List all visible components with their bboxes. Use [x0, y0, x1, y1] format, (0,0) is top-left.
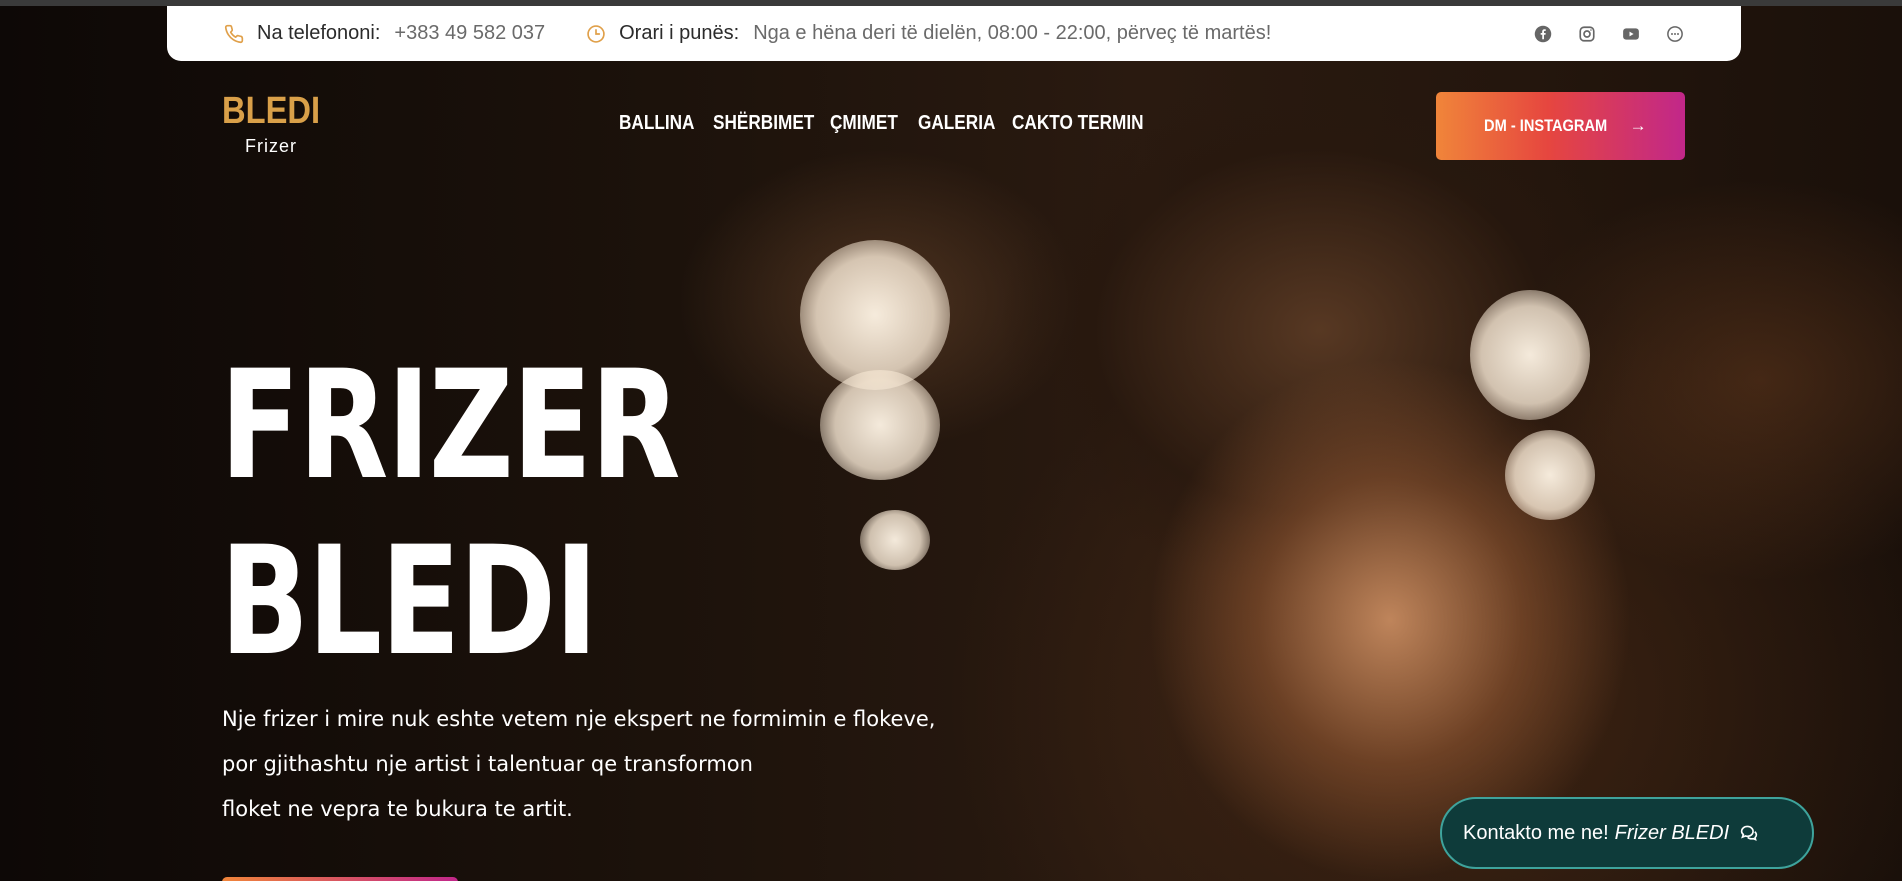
nav-item-sherbimet-wrap: SHËRBIMET [713, 112, 814, 135]
phone-icon [223, 23, 245, 45]
hero-desc-line-1: Nje frizer i mire nuk eshte vetem nje ek… [222, 707, 936, 731]
hero-button-partial[interactable] [222, 877, 458, 881]
phone-label: Na telefononi: [257, 22, 381, 44]
hero-title-line-2: BLEDI [220, 515, 598, 689]
nav-item-sherbimet[interactable]: SHËRBIMET [713, 112, 814, 135]
contact-chip-text: Kontakto me ne! [1463, 821, 1609, 844]
contact-chat-button[interactable]: Kontakto me ne! Frizer BLEDI [1440, 797, 1814, 869]
nav-item-galeria[interactable]: GALERIA [918, 112, 995, 135]
instagram-icon[interactable] [1575, 22, 1599, 46]
facebook-icon[interactable] [1531, 22, 1555, 46]
nav-item-cmimet[interactable]: ÇMIMET [830, 112, 898, 135]
nav-item-cakto-termin[interactable]: CAKTO TERMIN [1012, 112, 1144, 135]
hours-value: Nga e hëna deri të dielën, 08:00 - 22:00… [753, 22, 1272, 44]
nav-item-cmimet-wrap: ÇMIMET [830, 112, 898, 135]
youtube-icon[interactable] [1619, 22, 1643, 46]
main-navigation: BALLINA SHËRBIMET ÇMIMET GALERIA CAKTO T… [619, 112, 1144, 135]
hours-label: Orari i punës: [619, 22, 740, 44]
hero-description: Nje frizer i mire nuk eshte vetem nje ek… [222, 697, 1002, 832]
hero-desc-line-2: por gjithashtu nje artist i talentuar qe… [222, 752, 753, 776]
hours-info: Orari i punës: Nga e hëna deri të dielën… [585, 22, 1271, 45]
dm-instagram-button[interactable]: DM - INSTAGRAM → [1436, 92, 1685, 160]
top-info-bar: Na telefononi: +383 49 582 037 Orari i p… [167, 6, 1741, 61]
contact-chip-brand: Frizer BLEDI [1614, 821, 1730, 844]
dm-instagram-label: DM - INSTAGRAM [1484, 116, 1608, 135]
bokeh-light [820, 370, 940, 480]
chat-icon[interactable] [1663, 22, 1687, 46]
bokeh-light [1470, 290, 1590, 420]
social-links [1531, 22, 1687, 46]
nav-item-galeria-wrap: GALERIA [918, 112, 995, 135]
phone-info: Na telefononi: +383 49 582 037 [223, 22, 545, 45]
nav-item-ballina[interactable]: BALLINA [619, 112, 694, 135]
nav-item-ballina-wrap: BALLINA [619, 112, 694, 135]
nav-item-cakto-termin-wrap: CAKTO TERMIN [1012, 112, 1144, 135]
hero-desc-line-3: floket ne vepra te bukura te artit. [222, 797, 573, 821]
hero-title-line-1: FRIZER [220, 339, 681, 513]
site-logo[interactable]: BLEDI Frizer [222, 92, 336, 157]
logo-sub-text: Frizer [245, 136, 297, 156]
chat-bubbles-icon [1739, 824, 1759, 842]
logo-main-text: BLEDI [222, 90, 321, 132]
hero-title: FRIZER BLEDI [220, 338, 681, 690]
page: Na telefononi: +383 49 582 037 Orari i p… [0, 0, 1902, 881]
bokeh-light [860, 510, 930, 570]
clock-icon [585, 23, 607, 45]
arrow-right-icon: → [1629, 116, 1647, 135]
bokeh-light [1505, 430, 1595, 520]
phone-number[interactable]: +383 49 582 037 [394, 22, 545, 45]
bokeh-light [800, 240, 950, 390]
